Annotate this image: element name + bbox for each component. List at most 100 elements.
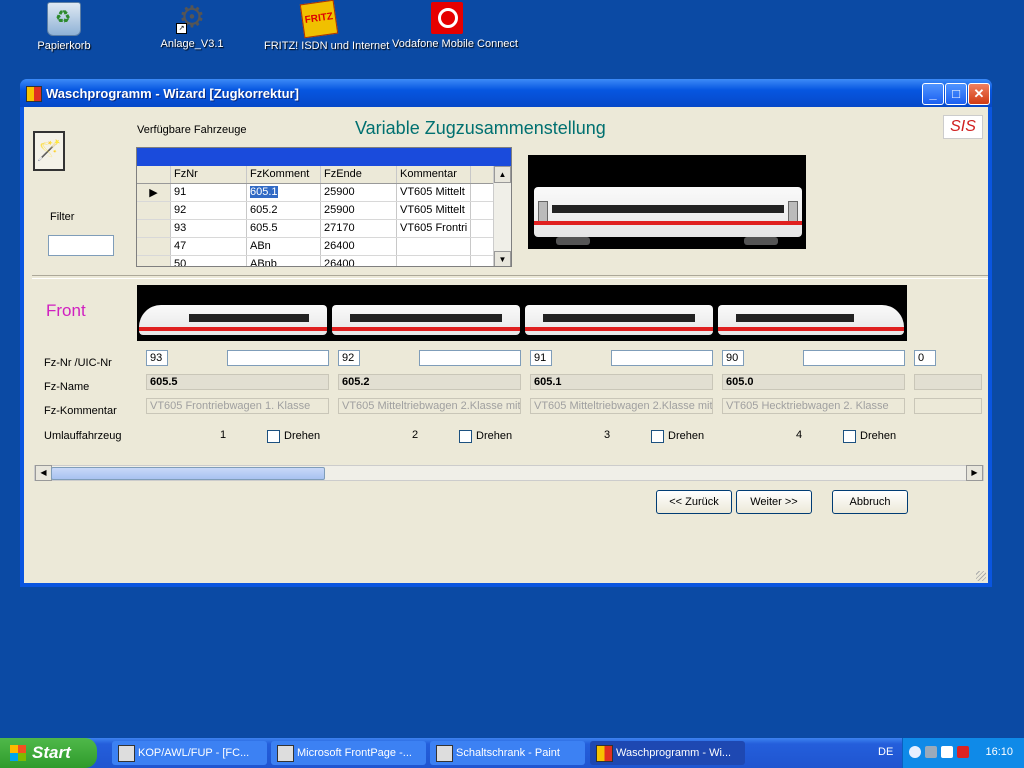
table-row[interactable]: 93 605.5 27170 VT605 Frontri <box>137 220 511 238</box>
slot-1-fznr-input[interactable] <box>146 350 168 366</box>
desktop-icon-vodafone[interactable]: Vodafone Mobile Connect <box>392 2 518 50</box>
desktop-icon-anlage[interactable]: ⚙ ↗ Anlage_V3.1 <box>137 2 247 51</box>
kop-app-icon <box>118 745 135 762</box>
cell-fznr[interactable]: 93 <box>171 220 247 237</box>
scroll-down-icon[interactable]: ▼ <box>494 251 511 266</box>
desktop-icon-fritz[interactable]: FRITZ FRITZ! ISDN und Internet <box>264 0 390 52</box>
page-title: Variable Zugzusammenstellung <box>355 118 606 138</box>
column-header-fzkomment[interactable]: FzKomment <box>247 166 321 183</box>
row-header <box>137 166 171 183</box>
resize-grip-icon[interactable] <box>976 571 986 581</box>
column-header-kommentar[interactable]: Kommentar <box>397 166 471 183</box>
slot-3-drehen-checkbox[interactable] <box>651 430 664 443</box>
recycle-bin-icon <box>47 2 81 36</box>
slot-4-index: 4 <box>796 429 803 441</box>
column-header-fznr[interactable]: FzNr <box>171 166 247 183</box>
table-row[interactable]: 50 ABnb 26400 <box>137 256 511 266</box>
scroll-right-icon[interactable]: ▶ <box>966 465 983 481</box>
composition-horizontal-scrollbar[interactable]: ◀ ▶ <box>34 465 984 481</box>
cell-fzkomment[interactable]: ABn <box>247 238 321 255</box>
slot-4-name: 605.0 <box>722 374 905 390</box>
slot-3-name: 605.1 <box>530 374 713 390</box>
cell-fznr[interactable]: 50 <box>171 256 247 266</box>
desktop-icon-label: FRITZ! ISDN und Internet <box>264 40 390 52</box>
maximize-button[interactable]: □ <box>945 83 967 105</box>
fz-nr-label: Fz-Nr /UIC-Nr <box>44 357 112 369</box>
slot-1-uic-input[interactable] <box>227 350 329 366</box>
cell-fznr[interactable]: 91 <box>171 184 247 201</box>
slot-2-uic-input[interactable] <box>419 350 521 366</box>
clock: 16:10 <box>985 746 1013 758</box>
taskbar-item-waschprogramm[interactable]: Waschprogramm - Wi... <box>590 741 745 765</box>
cell-kommentar[interactable] <box>397 256 471 266</box>
cell-fzkomment[interactable]: 605.5 <box>247 220 321 237</box>
slot-2-index: 2 <box>412 429 419 441</box>
slot-2-fznr-input[interactable] <box>338 350 360 366</box>
taskbar: Start KOP/AWL/FUP - [FC... Microsoft Fro… <box>0 738 1024 768</box>
railcar-icon <box>534 187 802 237</box>
network-icon[interactable] <box>925 746 937 758</box>
close-button[interactable]: ✕ <box>968 83 990 105</box>
start-button[interactable]: Start <box>0 738 97 768</box>
volume-icon[interactable] <box>941 746 953 758</box>
slot-4-drehen-checkbox[interactable] <box>843 430 856 443</box>
selected-cell-text[interactable]: 605.1 <box>250 186 278 198</box>
umlauf-label: Umlauffahrzeug <box>44 430 122 442</box>
slot-1-drehen-checkbox[interactable] <box>267 430 280 443</box>
cell-fzkomment[interactable]: 605.1 <box>247 184 321 201</box>
minimize-button[interactable]: _ <box>922 83 944 105</box>
taskbar-item-paint[interactable]: Schaltschrank - Paint <box>430 741 585 765</box>
desktop-icon-recycle-bin[interactable]: Papierkorb <box>9 2 119 52</box>
back-button[interactable]: << Zurück <box>656 490 732 514</box>
grid-header: FzNr FzKomment FzEnde Kommentar <box>137 166 511 184</box>
cell-fzende[interactable]: 25900 <box>321 202 397 219</box>
row-selector[interactable] <box>137 220 171 237</box>
security-shield-icon[interactable] <box>957 746 969 758</box>
table-row[interactable]: ▶ 91 605.1 25900 VT605 Mittelt <box>137 184 511 202</box>
slot-3-uic-input[interactable] <box>611 350 713 366</box>
cell-fzkomment[interactable]: 605.2 <box>247 202 321 219</box>
sis-logo: SIS <box>943 115 983 139</box>
frontpage-app-icon <box>277 745 294 762</box>
column-header-fzende[interactable]: FzEnde <box>321 166 397 183</box>
slot-4-uic-input[interactable] <box>803 350 905 366</box>
next-button[interactable]: Weiter >> <box>736 490 812 514</box>
cancel-button[interactable]: Abbruch <box>832 490 908 514</box>
slot-2-drehen-checkbox[interactable] <box>459 430 472 443</box>
row-selector[interactable]: ▶ <box>137 184 171 201</box>
taskbar-item-kop[interactable]: KOP/AWL/FUP - [FC... <box>112 741 267 765</box>
filter-input[interactable] <box>48 235 114 256</box>
slot-3-fznr-input[interactable] <box>530 350 552 366</box>
grid-vertical-scrollbar[interactable]: ▲ ▼ <box>493 166 511 266</box>
table-row[interactable]: 92 605.2 25900 VT605 Mittelt <box>137 202 511 220</box>
cell-fznr[interactable]: 92 <box>171 202 247 219</box>
slot-2-drehen-label: Drehen <box>476 430 513 442</box>
gear-icon: ⚙ ↗ <box>176 2 208 34</box>
cell-fzende[interactable]: 25900 <box>321 184 397 201</box>
cell-fznr[interactable]: 47 <box>171 238 247 255</box>
language-indicator[interactable]: DE <box>878 746 893 758</box>
window-client: 🪄 Filter Verfügbare Fahrzeuge Variable Z… <box>24 107 988 583</box>
slot-4-fznr-input[interactable] <box>722 350 744 366</box>
title-bar[interactable]: Waschprogramm - Wizard [Zugkorrektur] _ … <box>20 79 992 107</box>
cell-fzende[interactable]: 26400 <box>321 256 397 266</box>
scroll-thumb[interactable] <box>51 467 325 480</box>
fz-name-label: Fz-Name <box>44 381 90 393</box>
cell-kommentar[interactable]: VT605 Mittelt <box>397 184 471 201</box>
row-selector[interactable] <box>137 238 171 255</box>
row-selector[interactable] <box>137 256 171 266</box>
scroll-left-icon[interactable]: ◀ <box>35 465 52 481</box>
cell-fzkomment[interactable]: ABnb <box>247 256 321 266</box>
cell-kommentar[interactable]: VT605 Mittelt <box>397 202 471 219</box>
row-selector[interactable] <box>137 202 171 219</box>
taskbar-item-frontpage[interactable]: Microsoft FrontPage -... <box>271 741 426 765</box>
cell-kommentar[interactable]: VT605 Frontri <box>397 220 471 237</box>
cell-fzende[interactable]: 27170 <box>321 220 397 237</box>
cell-kommentar[interactable] <box>397 238 471 255</box>
slot-5-fznr-input[interactable] <box>914 350 936 366</box>
vehicle-grid[interactable]: FzNr FzKomment FzEnde Kommentar ▶ 91 605… <box>136 147 512 267</box>
scroll-up-icon[interactable]: ▲ <box>494 166 511 183</box>
cell-fzende[interactable]: 26400 <box>321 238 397 255</box>
expand-tray-icon[interactable] <box>909 746 921 758</box>
table-row[interactable]: 47 ABn 26400 <box>137 238 511 256</box>
